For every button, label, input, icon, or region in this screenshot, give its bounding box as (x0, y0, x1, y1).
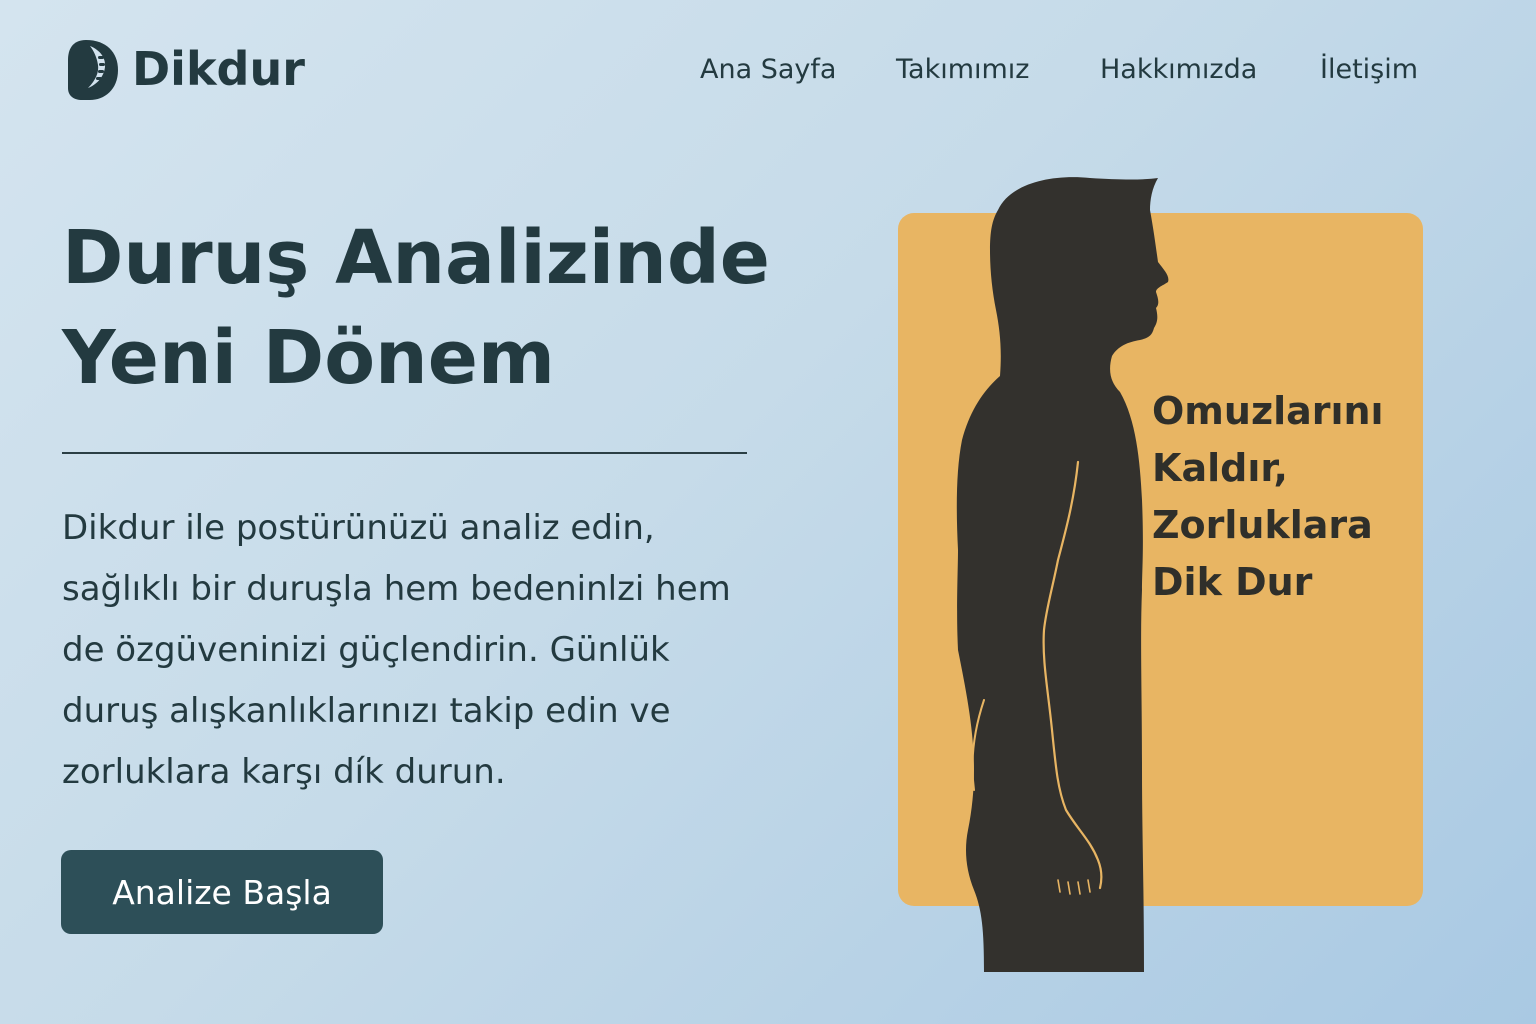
feature-quote-line: Kaldır, (1152, 446, 1288, 490)
feature-quote: Omuzlarını Kaldır, Zorluklara Dik Dur (1152, 383, 1417, 611)
hero-description-line: sağlıklı bir duruşla hem bedeninlzi hem (62, 569, 731, 609)
hero-description-line: de özgüveninizi güçlendirin. Günlük (62, 630, 670, 670)
hero-description: Dikdur ile postürünüzü analiz edin, sağl… (62, 498, 802, 803)
feature-quote-line: Dik Dur (1152, 560, 1313, 604)
hero-title: Duruş Analizinde Yeni Dönem (62, 208, 822, 408)
feature-quote-line: Omuzlarını (1152, 389, 1384, 433)
hero-description-line: duruş alışkanlıklarınızı takip edin ve (62, 691, 671, 731)
hero-divider (62, 452, 747, 454)
main-nav: Ana Sayfa Takımımız Hakkımızda İletişim (0, 50, 1536, 90)
nav-link-home[interactable]: Ana Sayfa (700, 50, 836, 90)
hero-title-line: Yeni Dönem (62, 315, 556, 401)
hero-description-line: Dikdur ile postürünüzü analiz edin, (62, 508, 655, 548)
nav-link-about[interactable]: Hakkımızda (1100, 50, 1257, 90)
nav-link-contact[interactable]: İletişim (1320, 50, 1418, 90)
standing-person-silhouette-icon (956, 177, 1169, 972)
hero-description-line: zorluklara karşı dík durun. (62, 752, 506, 792)
nav-link-team[interactable]: Takımımız (896, 50, 1029, 90)
feature-quote-line: Zorluklara (1152, 503, 1373, 547)
start-analysis-button[interactable]: Analize Başla (61, 850, 383, 934)
hero-title-line: Duruş Analizinde (62, 215, 770, 301)
